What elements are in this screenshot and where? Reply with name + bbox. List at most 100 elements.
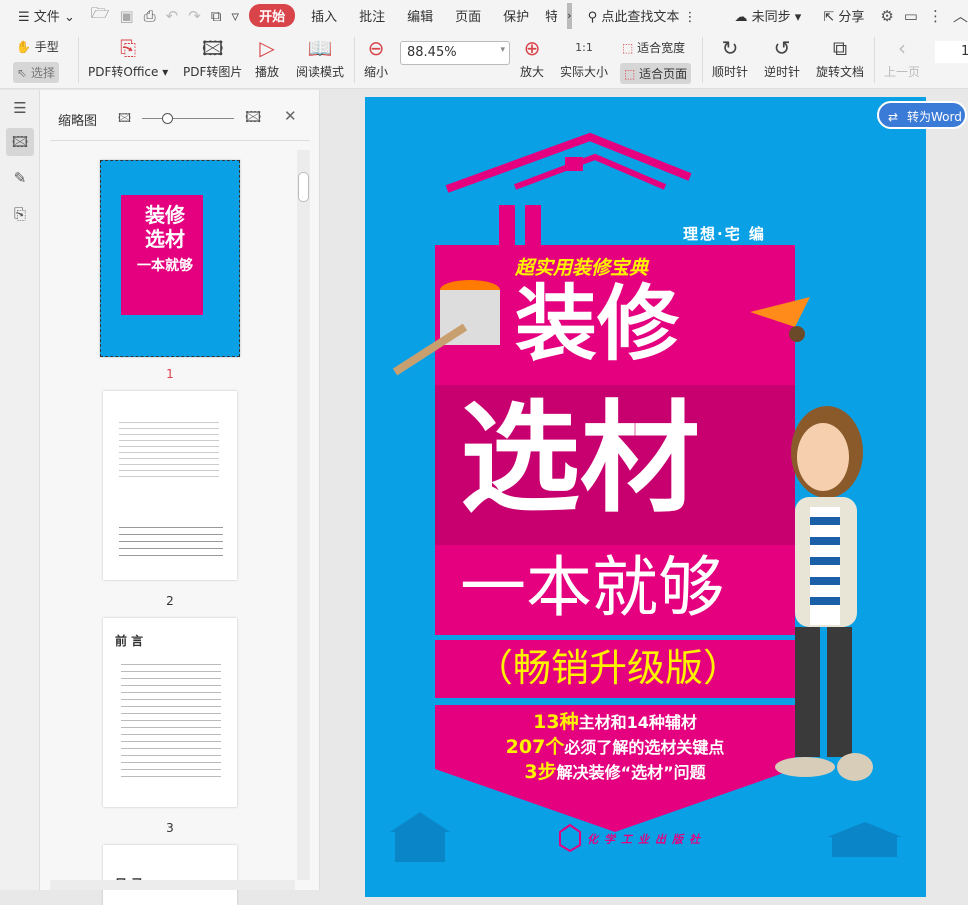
open-icon[interactable]: 🗁 [91,3,110,28]
rotate-ccw-icon: ↺ [773,36,791,60]
save-icon[interactable]: ▣ [119,7,133,25]
fit-page-button[interactable]: ⬚ 适合页面 [620,63,692,84]
share-button[interactable]: ⇱ 分享 [817,4,870,27]
left-sidebar: ☰ 🖾 ✎ ⎘ [0,90,40,890]
search-placeholder: 点此查找文本 [601,10,680,25]
zoom-value: 88.45% [407,45,457,60]
fit-width-icon: ⬚ [622,41,634,55]
tab-edit[interactable]: 编辑 [401,4,439,27]
tab-insert[interactable]: 插入 [305,4,343,27]
hand-tool-button[interactable]: ✋ 手型 [16,38,59,55]
thumbnail-label-1: 1 [166,367,174,381]
file-menu[interactable]: ☰ 文件 ⌄ [12,4,81,27]
zoom-select[interactable]: 88.45% ▾ [400,41,510,65]
thumbnail-label-2: 2 [166,594,174,608]
rotate-doc-icon: ⧉ [832,36,848,60]
print-icon[interactable]: ⎙ [144,7,156,25]
rotate-cw-icon: ↻ [721,36,739,60]
tab-start[interactable]: 开始 [249,4,296,27]
cover-title-2: 选材 [460,390,700,529]
large-image-icon[interactable]: 🖾 [245,107,261,132]
tab-page[interactable]: 页面 [449,4,487,27]
hand-icon: ✋ [16,40,31,54]
cover-points: 13种主材和14种辅材 207个必须了解的选材关键点 3步解决装修“选材”问题 [435,710,795,785]
export-icon[interactable]: ⧉ [211,7,222,25]
pdf-to-office-label: PDF转Office [88,65,159,79]
thumbnail-scrollbar[interactable] [297,150,310,880]
image-icon: 🖾 [201,36,224,60]
share-label: 分享 [838,10,865,25]
sync-label: 未同步 [751,10,791,25]
cover-point: 207个必须了解的选材关键点 [505,736,725,758]
zoom-out-button[interactable]: ⊖ 缩小 [364,33,388,80]
zoom-out-label: 缩小 [364,65,389,79]
cursor-icon: ⇖ [17,66,28,80]
thumbnail-page-2[interactable] [103,391,237,580]
read-mode-label: 阅读模式 [296,65,345,79]
settings-icon[interactable]: ⚙ [880,7,893,25]
collapse-icon[interactable]: ︿ [953,5,968,26]
actual-size-button[interactable]: 1:1 实际大小 [560,33,608,80]
tab-special[interactable]: 特色 [545,4,557,27]
search-box[interactable]: ⚲ 点此查找文本 ⋮ [582,4,703,27]
close-icon[interactable]: ✕ [284,107,297,125]
thumbnail-page-3[interactable]: 前 言 [103,618,237,807]
prev-page-label: 上一页 [884,65,921,79]
zoom-in-icon: ⊕ [523,36,541,60]
small-image-icon[interactable]: 🖾 [118,109,131,130]
pdf-to-office-button[interactable]: ⎘ PDF转Office ▾ [88,33,168,80]
cover-publisher: 化学工业出版社 [587,833,706,846]
annotation-icon[interactable]: ✎ [6,164,34,192]
prev-page-button[interactable]: ‹ 上一页 [884,33,920,80]
cover-edition: （畅销升级版） [475,646,742,690]
page3-heading: 前 言 [115,634,144,648]
sync-button[interactable]: ☁ 未同步 ▾ [728,4,807,27]
thumbnail-page-4[interactable]: 目 录 [103,845,237,905]
convert-to-word-button[interactable]: ⇄ 转为Word [877,101,967,129]
more-dropdown-icon[interactable]: ▿ [232,7,240,25]
cover-point: 13种主材和14种辅材 [533,711,697,733]
more-icon[interactable]: ⋮ [928,7,943,25]
scrollbar-thumb[interactable] [298,172,309,202]
cover-point: 3步解决装修“选材”问题 [524,761,706,783]
horizontal-scrollbar[interactable] [50,880,295,890]
slider-handle[interactable] [162,113,173,124]
actual-size-label: 实际大小 [560,65,609,79]
tab-protect[interactable]: 保护 [497,4,535,27]
actual-size-icon: 1:1 [575,41,593,54]
thumbnail-size-slider[interactable] [142,118,234,119]
word-icon: ⇄ [888,110,899,124]
page-number-input[interactable]: 1 [935,41,968,63]
read-mode-button[interactable]: 📖 阅读模式 [296,33,344,80]
counterclockwise-label: 逆时针 [764,65,801,79]
tabs-scroll-right[interactable]: › [566,2,572,29]
redo-icon[interactable]: ↷ [188,7,201,25]
signature-icon[interactable]: ⎘ [6,200,34,228]
pdf-to-image-label: PDF转图片 [183,65,243,79]
select-tool-button[interactable]: ⇖ 选择 [13,62,59,83]
fit-width-button[interactable]: ⬚ 适合宽度 [622,39,685,56]
rotate-clockwise-button[interactable]: ↻ 顺时针 [712,33,748,80]
fit-page-icon: ⬚ [624,67,636,81]
cover-title-3: 一本就够 [460,549,724,626]
rotate-document-button[interactable]: ⧉ 旋转文档 [816,33,864,80]
pdf-to-image-button[interactable]: 🖾 PDF转图片 [183,33,242,80]
cover-title-1: 装修 [515,277,680,372]
outline-icon[interactable]: ☰ [6,94,34,122]
thumbnail-label-3: 3 [166,821,174,835]
menu-bar: ☰ 文件 ⌄ 🗁 ▣ ⎙ ↶ ↷ ⧉ ▿ 开始 插入 批注 编辑 页面 保护 特… [0,0,968,31]
comment-icon[interactable]: ▭ [904,7,918,25]
zoom-in-button[interactable]: ⊕ 放大 [520,33,544,80]
thumbnail-panel: 缩略图 🖾 🖾 ✕ 装修选材一本就够 1 2 前 言 3 目 录 [40,90,320,905]
clockwise-label: 顺时针 [712,65,749,79]
thumbnail-page-1[interactable]: 装修 选材 一本就够 [100,160,240,357]
undo-icon[interactable]: ↶ [166,7,179,25]
play-button[interactable]: ▷ 播放 [255,33,279,80]
rotate-counterclockwise-button[interactable]: ↺ 逆时针 [764,33,800,80]
play-icon: ▷ [259,36,275,60]
thumbnail-icon[interactable]: 🖾 [6,128,34,156]
tab-annotate[interactable]: 批注 [353,4,391,27]
play-label: 播放 [255,65,280,79]
fit-width-label: 适合宽度 [637,41,686,55]
convert-word-label: 转为Word [907,110,962,124]
